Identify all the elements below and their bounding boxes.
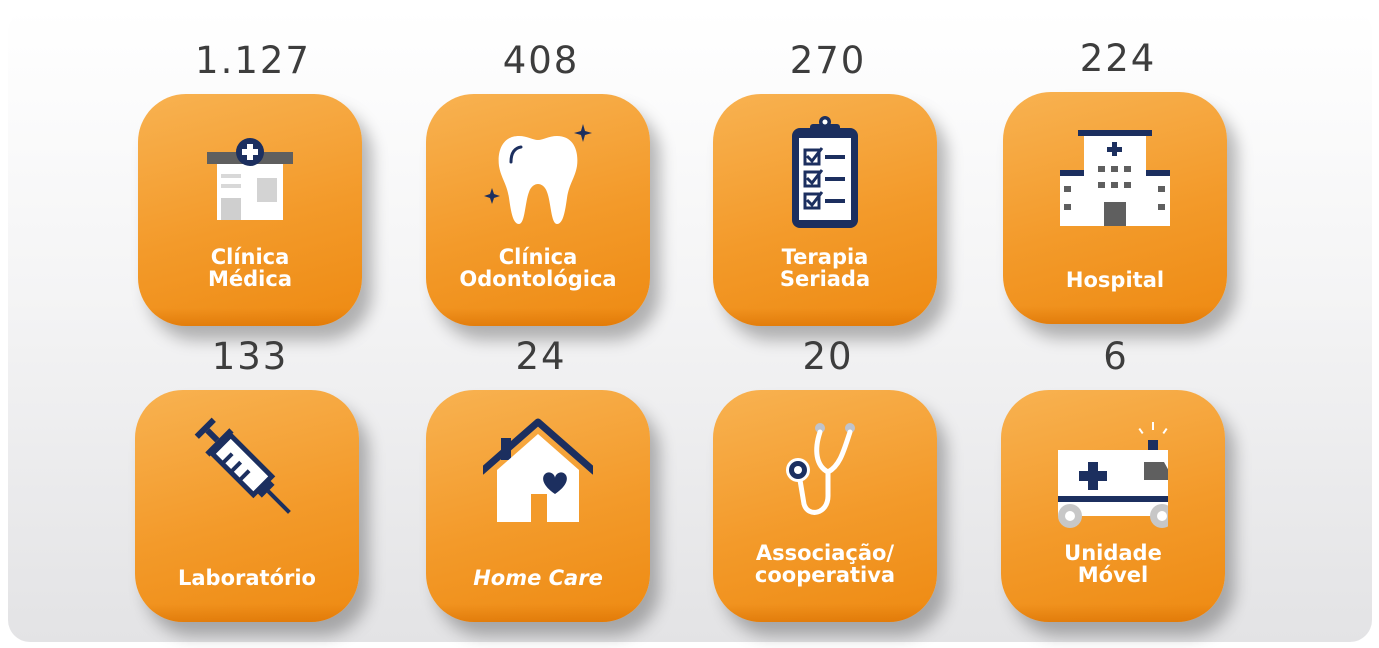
house-heart-icon xyxy=(483,410,593,530)
card-label: Hospital xyxy=(1065,268,1165,292)
card-tile[interactable]: Associação/ cooperativa xyxy=(713,390,937,622)
syringe-icon xyxy=(192,410,302,530)
card-terapia-seriada[interactable]: 270 Terapia Seriada xyxy=(708,36,948,326)
card-count: 270 xyxy=(789,39,867,82)
card-home-care[interactable]: 24 Home Care xyxy=(421,332,661,622)
card-count: 408 xyxy=(502,39,580,82)
card-count: 24 xyxy=(515,335,567,378)
stethoscope-icon xyxy=(770,410,880,530)
tooth-icon xyxy=(483,114,593,234)
card-label: Associação/ cooperativa xyxy=(754,541,896,587)
card-tile[interactable]: Hospital xyxy=(1003,92,1227,324)
card-tile[interactable]: Clínica Odontológica xyxy=(426,94,650,326)
card-unidade-movel[interactable]: 6 Unidade Móvel xyxy=(996,332,1236,622)
card-tile[interactable]: Laboratório xyxy=(135,390,359,622)
ambulance-icon xyxy=(1058,410,1168,530)
card-tile[interactable]: Clínica Médica xyxy=(138,94,362,326)
clinic-building-icon xyxy=(195,114,305,234)
card-label: Terapia Seriada xyxy=(779,245,871,291)
card-hospital[interactable]: 224 Hospital xyxy=(998,34,1238,324)
card-count: 1.127 xyxy=(195,39,311,82)
card-count: 6 xyxy=(1103,335,1129,378)
card-count: 20 xyxy=(802,335,854,378)
clipboard-checklist-icon xyxy=(770,114,880,234)
card-clinica-medica[interactable]: 1.127 Clínica Médica xyxy=(133,36,373,326)
card-tile[interactable]: Home Care xyxy=(426,390,650,622)
hospital-icon xyxy=(1060,112,1170,232)
card-laboratorio[interactable]: 133 Laboratório xyxy=(130,332,370,622)
card-label: Clínica Odontológica xyxy=(459,245,617,291)
card-label: Clínica Médica xyxy=(208,245,292,291)
card-count: 224 xyxy=(1079,37,1157,80)
card-label: Unidade Móvel xyxy=(1064,541,1162,587)
card-tile[interactable]: Terapia Seriada xyxy=(713,94,937,326)
card-clinica-odontologica[interactable]: 408 Clínica Odontológica xyxy=(421,36,661,326)
card-label: Laboratório xyxy=(178,566,316,590)
card-tile[interactable]: Unidade Móvel xyxy=(1001,390,1225,622)
card-label: Home Care xyxy=(473,566,603,590)
card-count: 133 xyxy=(211,335,289,378)
card-associacao-cooperativa[interactable]: 20 Associação/ cooperativa xyxy=(708,332,948,622)
